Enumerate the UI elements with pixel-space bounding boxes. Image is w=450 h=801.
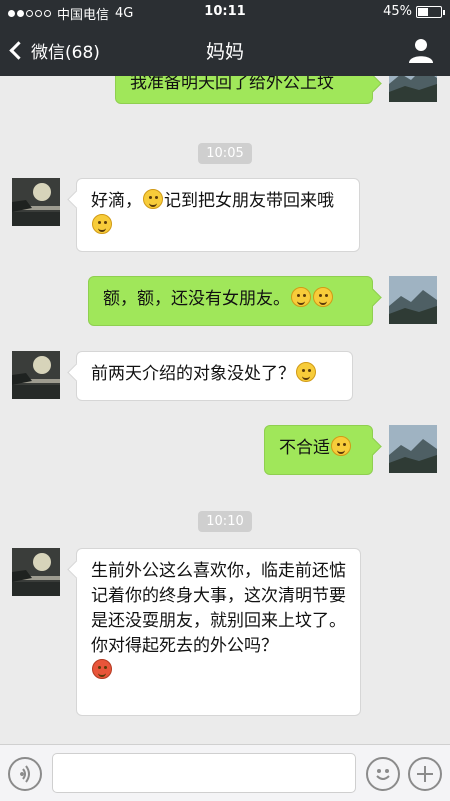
awkward-emoji-icon: [291, 287, 311, 307]
message-list[interactable]: 我准备明天回了给外公上坟 10:05 好滴， 记到把女朋友带回来哦 额，额，还没有…: [0, 76, 450, 744]
smiley-icon: [376, 769, 390, 780]
status-bar: 中国电信 4G 10:11 45%: [0, 0, 450, 24]
avatar-self[interactable]: [389, 76, 437, 102]
more-button[interactable]: [408, 757, 442, 791]
input-bar: [0, 744, 450, 801]
message-bubble-other[interactable]: 生前外公这么喜欢你，临走前还惦记着你的终身大事，这次清明节要是还没耍朋友，就别回…: [76, 548, 361, 716]
message-bubble-own[interactable]: 额，额，还没有女朋友。: [88, 276, 373, 326]
message-text: 额，额，还没有女朋友。: [103, 289, 290, 309]
message-text: 我准备明天回了给外公上坟: [130, 76, 334, 93]
grimace-emoji-icon: [296, 362, 316, 382]
battery-info: 45%: [383, 4, 445, 19]
message-text: 生前外公这么喜欢你，临走前还惦记着你的终身大事，这次清明节要是还没耍朋友，就别回…: [91, 561, 346, 656]
avatar-mom[interactable]: [12, 548, 60, 596]
message-text-part2: 记到把女朋友带回来哦: [164, 191, 334, 211]
timestamp-divider: 10:10: [0, 510, 450, 532]
message-bubble-own[interactable]: 我准备明天回了给外公上坟: [115, 76, 373, 104]
avatar-mom[interactable]: [12, 351, 60, 399]
avatar-self[interactable]: [389, 425, 437, 473]
timestamp-label: 10:10: [198, 511, 252, 532]
message-text: 不合适: [279, 438, 330, 458]
dizzy-emoji-icon: [313, 287, 333, 307]
plus-icon: [417, 766, 433, 782]
chat-title: 妈妈: [205, 41, 244, 63]
timestamp-label: 10:05: [198, 143, 252, 164]
sad-emoji-icon: [331, 436, 351, 456]
message-bubble-other[interactable]: 好滴， 记到把女朋友带回来哦: [76, 178, 360, 252]
message-bubble-other[interactable]: 前两天介绍的对象没处了？: [76, 351, 353, 401]
message-input[interactable]: [52, 753, 356, 793]
timestamp-divider: 10:05: [0, 142, 450, 164]
nav-bar: 微信(68) 妈妈: [0, 24, 450, 76]
voice-icon: [20, 765, 30, 783]
message-text-part1: 好滴，: [91, 191, 142, 211]
message-text: 前两天介绍的对象没处了？: [91, 364, 295, 384]
emoji-button[interactable]: [366, 757, 400, 791]
person-icon[interactable]: [408, 37, 434, 63]
avatar-self[interactable]: [389, 276, 437, 324]
smiling-emoji-icon: [143, 189, 163, 209]
avatar-mom[interactable]: [12, 178, 60, 226]
voice-button[interactable]: [8, 757, 42, 791]
angry-emoji-icon: [92, 659, 112, 679]
smile-emoji-icon: [92, 214, 112, 234]
battery-percent: 45%: [383, 4, 412, 19]
battery-icon: [416, 5, 445, 18]
message-bubble-own[interactable]: 不合适: [264, 425, 373, 475]
